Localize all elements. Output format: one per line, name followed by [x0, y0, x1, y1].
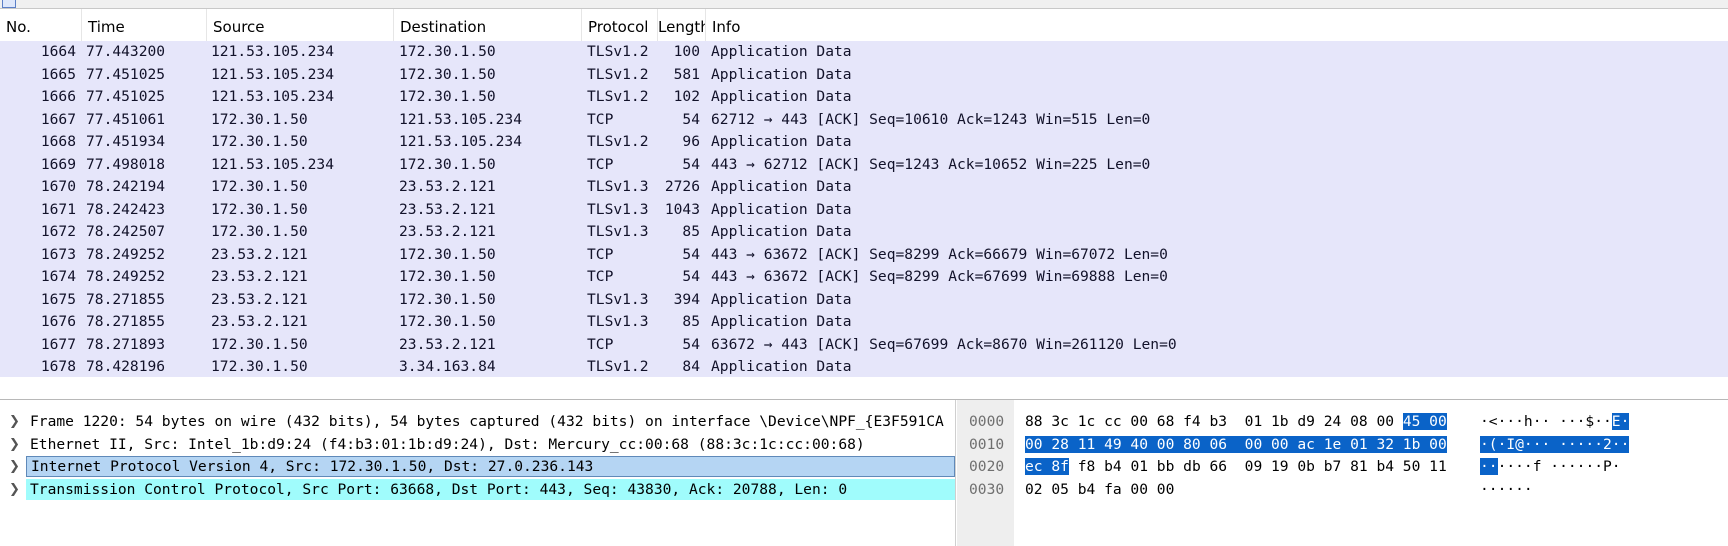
table-row[interactable]: 1664 77.443200 121.53.105.234 172.30.1.50 TL…: [0, 41, 1728, 64]
cell-info: Application Data: [711, 290, 852, 308]
cell-length: 394: [673, 290, 700, 308]
table-row[interactable]: 1666 77.451025 121.53.105.234 172.30.1.50 TL…: [0, 86, 1728, 109]
cell-info: 443 → 62712 [ACK] Seq=1243 Ack=10652 Win…: [711, 155, 1151, 173]
chevron-right-icon[interactable]: ❯: [9, 414, 20, 429]
cell-info: Application Data: [711, 65, 852, 83]
chevron-right-icon[interactable]: ❯: [9, 437, 20, 452]
table-row[interactable]: 1670 78.242194 172.30.1.50 23.53.2.121 TLSv1…: [0, 176, 1728, 199]
table-row[interactable]: 1675 78.271855 23.53.2.121 172.30.1.50 TLSv1…: [0, 289, 1728, 312]
hex-bytes-selected: 45 00: [1402, 413, 1447, 430]
ascii-plain: ·<···h·· ···$··: [1480, 413, 1612, 430]
chevron-right-icon[interactable]: ❯: [9, 482, 20, 497]
cell-length: 54: [682, 268, 700, 285]
cell-info: Application Data: [711, 358, 852, 375]
table-row[interactable]: 1678 78.428196 172.30.1.50 3.34.163.84 TLSv1…: [0, 356, 1728, 379]
hex-row: 0020 ec 8f f8 b4 01 bb db 66 09 19 0b b7 …: [957, 456, 1728, 479]
cell-info: Application Data: [711, 313, 852, 330]
hex-bytes-selected: ec 8f: [1025, 458, 1069, 475]
ascii-selected: ·(·I@··· ·····2··: [1480, 435, 1630, 453]
toolbar-edge: [0, 0, 1728, 9]
cell-length: 84: [682, 358, 700, 375]
cell-info: 63672 → 443 [ACK] Seq=67699 Ack=8670 Win…: [711, 335, 1177, 353]
cell-length: 85: [682, 223, 700, 240]
cell-info: Application Data: [711, 223, 852, 240]
cell-length: 96: [682, 133, 700, 150]
hex-ascii[interactable]: ·(·I@··· ·····2··: [1480, 434, 1630, 457]
detail-tree-item[interactable]: ❯ Transmission Control Protocol, Src Port…: [0, 478, 955, 502]
hex-bytes[interactable]: 02 05 b4 fa 00 00: [1025, 479, 1174, 502]
cell-length: 100: [673, 43, 700, 60]
hex-bytes-plain: f8 b4 01 bb db 66 09 19 0b b7 81 b4 50 1…: [1068, 458, 1447, 475]
hex-bytes[interactable]: ec 8f f8 b4 01 bb db 66 09 19 0b b7 81 b…: [1025, 456, 1447, 479]
chevron-right-icon[interactable]: ❯: [9, 459, 20, 474]
hex-row: 0000 88 3c 1c cc 00 68 f4 b3 01 1b d9 24 …: [957, 411, 1728, 434]
hex-ascii[interactable]: ·<···h·· ···$··E·: [1480, 411, 1630, 434]
cell-length: 54: [682, 155, 700, 173]
hex-ascii[interactable]: ······: [1480, 479, 1533, 502]
cell-info: Application Data: [711, 43, 852, 60]
cell-info: Application Data: [711, 88, 852, 105]
hex-bytes-plain: 88 3c 1c cc 00 68 f4 b3 01 1b d9 24 08 0…: [1025, 413, 1403, 430]
column-info[interactable]: Info: [706, 9, 1728, 41]
hex-offset: 0030: [969, 480, 1005, 498]
cell-length: 2726: [664, 178, 700, 195]
column-length[interactable]: Length: [652, 9, 706, 41]
detail-tree-label: Transmission Control Protocol, Src Port:…: [26, 478, 955, 500]
cell-length: 85: [682, 313, 700, 330]
cell-info: Application Data: [711, 178, 852, 195]
detail-tree-label: Frame 1220: 54 bytes on wire (432 bits),…: [30, 413, 944, 430]
hex-bytes[interactable]: 00 28 11 49 40 00 80 06 00 00 ac 1e 01 3…: [1025, 434, 1447, 457]
table-row[interactable]: 1672 78.242507 172.30.1.50 23.53.2.121 TLSv1…: [0, 221, 1728, 244]
hex-offset: 0010: [969, 435, 1005, 453]
cell-info: 443 → 63672 [ACK] Seq=8299 Ack=67699 Win…: [711, 268, 1168, 285]
table-row[interactable]: 1673 78.249252 23.53.2.121 172.30.1.50 TCP 54…: [0, 244, 1728, 267]
filter-bookmark-icon[interactable]: [2, 0, 16, 8]
cell-length: 581: [673, 65, 700, 83]
ascii-plain: ······: [1480, 480, 1533, 498]
cell-length: 54: [682, 335, 700, 353]
detail-tree-label: Ethernet II, Src: Intel_1b:d9:24 (f4:b3:…: [30, 435, 865, 453]
packet-list-header: No. Time Source Destination Protocol Len…: [0, 9, 1728, 42]
cell-length: 54: [682, 110, 700, 128]
cell-length: 102: [673, 88, 700, 105]
table-row[interactable]: 1665 77.451025 121.53.105.234 172.30.1.50 TL…: [0, 64, 1728, 87]
hex-row: 0030 02 05 b4 fa 00 00 ······: [957, 479, 1728, 502]
table-row[interactable]: 1676 78.271855 23.53.2.121 172.30.1.50 TLSv1…: [0, 311, 1728, 334]
hex-bytes-plain: 02 05 b4 fa 00 00: [1025, 480, 1175, 498]
column-time[interactable]: Time: [82, 9, 207, 41]
detail-tree-label: Internet Protocol Version 4, Src: 172.30…: [26, 456, 955, 477]
ascii-plain: ····f ······P·: [1497, 458, 1621, 475]
table-row[interactable]: 1667 77.451061 172.30.1.50 121.53.105.234 TC…: [0, 109, 1728, 132]
column-protocol[interactable]: Protocol: [582, 9, 658, 41]
detail-tree-item[interactable]: ❯ Frame 1220: 54 bytes on wire (432 bits)…: [0, 411, 955, 434]
cell-length: 1043: [664, 200, 700, 218]
table-row[interactable]: 1669 77.498018 121.53.105.234 172.30.1.50 TC…: [0, 154, 1728, 177]
cell-length: 54: [682, 245, 700, 263]
ascii-selected: E·: [1611, 413, 1630, 430]
detail-tree-item[interactable]: ❯ Internet Protocol Version 4, Src: 172.3…: [0, 456, 955, 479]
table-row[interactable]: 1671 78.242423 172.30.1.50 23.53.2.121 TLSv1…: [0, 199, 1728, 222]
hex-ascii[interactable]: ······f ······P·: [1480, 456, 1621, 479]
table-row[interactable]: 1674 78.249252 23.53.2.121 172.30.1.50 TCP 54…: [0, 266, 1728, 289]
column-destination[interactable]: Destination: [394, 9, 582, 41]
packet-details-pane: ❯ Frame 1220: 54 bytes on wire (432 bits)…: [0, 400, 956, 546]
column-source[interactable]: Source: [207, 9, 394, 41]
hex-offset: 0020: [969, 458, 1005, 475]
table-row[interactable]: 1668 77.451934 172.30.1.50 121.53.105.234 TL…: [0, 131, 1728, 154]
cell-info: 443 → 63672 [ACK] Seq=8299 Ack=66679 Win…: [711, 245, 1168, 263]
hex-bytes-selected: 00 28 11 49 40 00 80 06 00 00 ac 1e 01 3…: [1025, 435, 1447, 453]
cell-info: Application Data: [711, 200, 852, 218]
cell-info: 62712 → 443 [ACK] Seq=10610 Ack=1243 Win…: [711, 110, 1151, 128]
hex-bytes[interactable]: 88 3c 1c cc 00 68 f4 b3 01 1b d9 24 08 0…: [1025, 411, 1447, 434]
hex-offset: 0000: [969, 413, 1005, 430]
pane-separator[interactable]: [0, 377, 1728, 400]
table-row[interactable]: 1677 78.271893 172.30.1.50 23.53.2.121 TCP 54…: [0, 334, 1728, 357]
packet-list: 1664 77.443200 121.53.105.234 172.30.1.50 TL…: [0, 41, 1728, 377]
detail-tree-item[interactable]: ❯ Ethernet II, Src: Intel_1b:d9:24 (f4:b3…: [0, 434, 955, 457]
ascii-selected: ··: [1480, 458, 1498, 475]
cell-info: Application Data: [711, 133, 852, 150]
column-no[interactable]: No.: [0, 9, 82, 41]
packet-bytes-pane: 0000 88 3c 1c cc 00 68 f4 b3 01 1b d9 24 …: [957, 400, 1728, 546]
hex-row: 0010 00 28 11 49 40 00 80 06 00 00 ac 1e …: [957, 434, 1728, 457]
